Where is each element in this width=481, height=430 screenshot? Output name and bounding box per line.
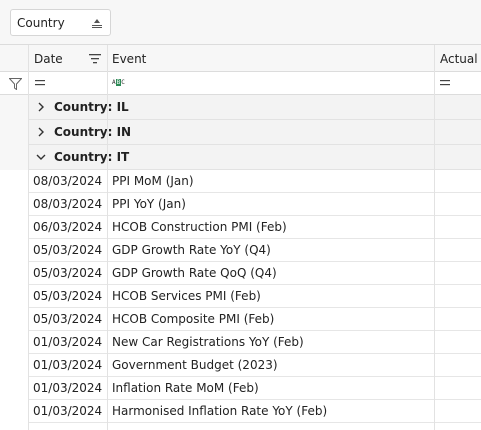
group-row[interactable]: Country: IL xyxy=(29,95,481,120)
table-row[interactable]: 05/03/2024 HCOB Composite PMI (Feb) xyxy=(29,308,481,331)
sort-icon[interactable] xyxy=(91,16,103,30)
data-grid: Date Event Actual ABC Country: IL Countr… xyxy=(0,45,481,430)
column-divider xyxy=(28,45,29,430)
table-row[interactable]: 01/03/2024 Government Budget (2023) xyxy=(29,354,481,377)
group-label: Country: IN xyxy=(54,125,132,139)
date-cell: 08/03/2024 xyxy=(33,174,103,188)
table-row[interactable]: 01/03/2024 Inflation Rate MoM (Feb) xyxy=(29,377,481,400)
group-chip-label: Country xyxy=(17,15,65,30)
event-cell: HCOB Construction PMI (Feb) xyxy=(112,220,287,234)
column-header-actual-label: Actual xyxy=(440,51,478,66)
event-cell: GDP Growth Rate QoQ (Q4) xyxy=(112,266,277,280)
contains-operator-icon[interactable]: ABC xyxy=(112,78,125,88)
event-cell: HCOB Composite PMI (Feb) xyxy=(112,312,275,326)
column-header-date[interactable]: Date xyxy=(29,45,107,72)
date-cell: 05/03/2024 xyxy=(33,312,103,326)
event-cell: New Car Registrations YoY (Feb) xyxy=(112,335,304,349)
column-divider xyxy=(107,45,108,430)
chevron-down-icon[interactable] xyxy=(36,152,46,162)
column-header-date-label: Date xyxy=(34,51,63,66)
date-cell: 06/03/2024 xyxy=(33,220,103,234)
date-cell: 01/03/2024 xyxy=(33,335,103,349)
table-row[interactable]: 05/03/2024 HCOB Services PMI (Feb) xyxy=(29,285,481,308)
date-cell: 08/03/2024 xyxy=(33,197,103,211)
event-cell: GDP Growth Rate YoY (Q4) xyxy=(112,243,271,257)
table-row[interactable]: 08/03/2024 PPI YoY (Jan) xyxy=(29,193,481,216)
column-header-event-label: Event xyxy=(112,51,147,66)
table-row[interactable]: 01/03/2024 New Car Registrations YoY (Fe… xyxy=(29,331,481,354)
column-header-event[interactable]: Event xyxy=(107,45,435,72)
group-row[interactable]: Country: IT xyxy=(29,145,481,170)
event-cell: Inflation Rate MoM (Feb) xyxy=(112,381,259,395)
date-cell: 01/03/2024 xyxy=(33,358,103,372)
group-indent xyxy=(0,95,29,170)
group-label: Country: IT xyxy=(54,150,130,164)
date-cell: 01/03/2024 xyxy=(33,381,103,395)
group-row[interactable]: Country: IN xyxy=(29,120,481,145)
group-label: Country: IL xyxy=(54,100,129,114)
date-cell: 01/03/2024 xyxy=(33,404,103,418)
date-cell: 05/03/2024 xyxy=(33,243,103,257)
table-row[interactable]: 01/03/2024 Harmonised Inflation Rate YoY… xyxy=(29,400,481,423)
date-cell: 05/03/2024 xyxy=(33,266,103,280)
column-menu-icon[interactable] xyxy=(89,53,101,64)
chevron-right-icon[interactable] xyxy=(36,127,46,137)
column-header-actual[interactable]: Actual xyxy=(435,45,481,72)
event-cell: Harmonised Inflation Rate YoY (Feb) xyxy=(112,404,328,418)
event-cell: PPI YoY (Jan) xyxy=(112,197,186,211)
filter-icon xyxy=(9,78,22,90)
chevron-right-icon[interactable] xyxy=(36,102,46,112)
event-cell: PPI MoM (Jan) xyxy=(112,174,194,188)
date-cell: 05/03/2024 xyxy=(33,289,103,303)
table-row[interactable]: 08/03/2024 PPI MoM (Jan) xyxy=(29,170,481,193)
column-divider xyxy=(434,45,435,430)
event-cell: HCOB Services PMI (Feb) xyxy=(112,289,261,303)
group-chip-country[interactable]: Country xyxy=(10,9,111,36)
filter-row: ABC xyxy=(0,72,481,95)
table-row[interactable]: 05/03/2024 GDP Growth Rate YoY (Q4) xyxy=(29,239,481,262)
equals-operator-icon[interactable] xyxy=(35,79,45,87)
event-cell: Government Budget (2023) xyxy=(112,358,278,372)
equals-operator-icon[interactable] xyxy=(440,79,450,87)
group-panel: Country xyxy=(0,0,481,45)
table-row[interactable]: 06/03/2024 HCOB Construction PMI (Feb) xyxy=(29,216,481,239)
column-header-row: Date Event Actual xyxy=(0,45,481,72)
table-row[interactable]: 05/03/2024 GDP Growth Rate QoQ (Q4) xyxy=(29,262,481,285)
